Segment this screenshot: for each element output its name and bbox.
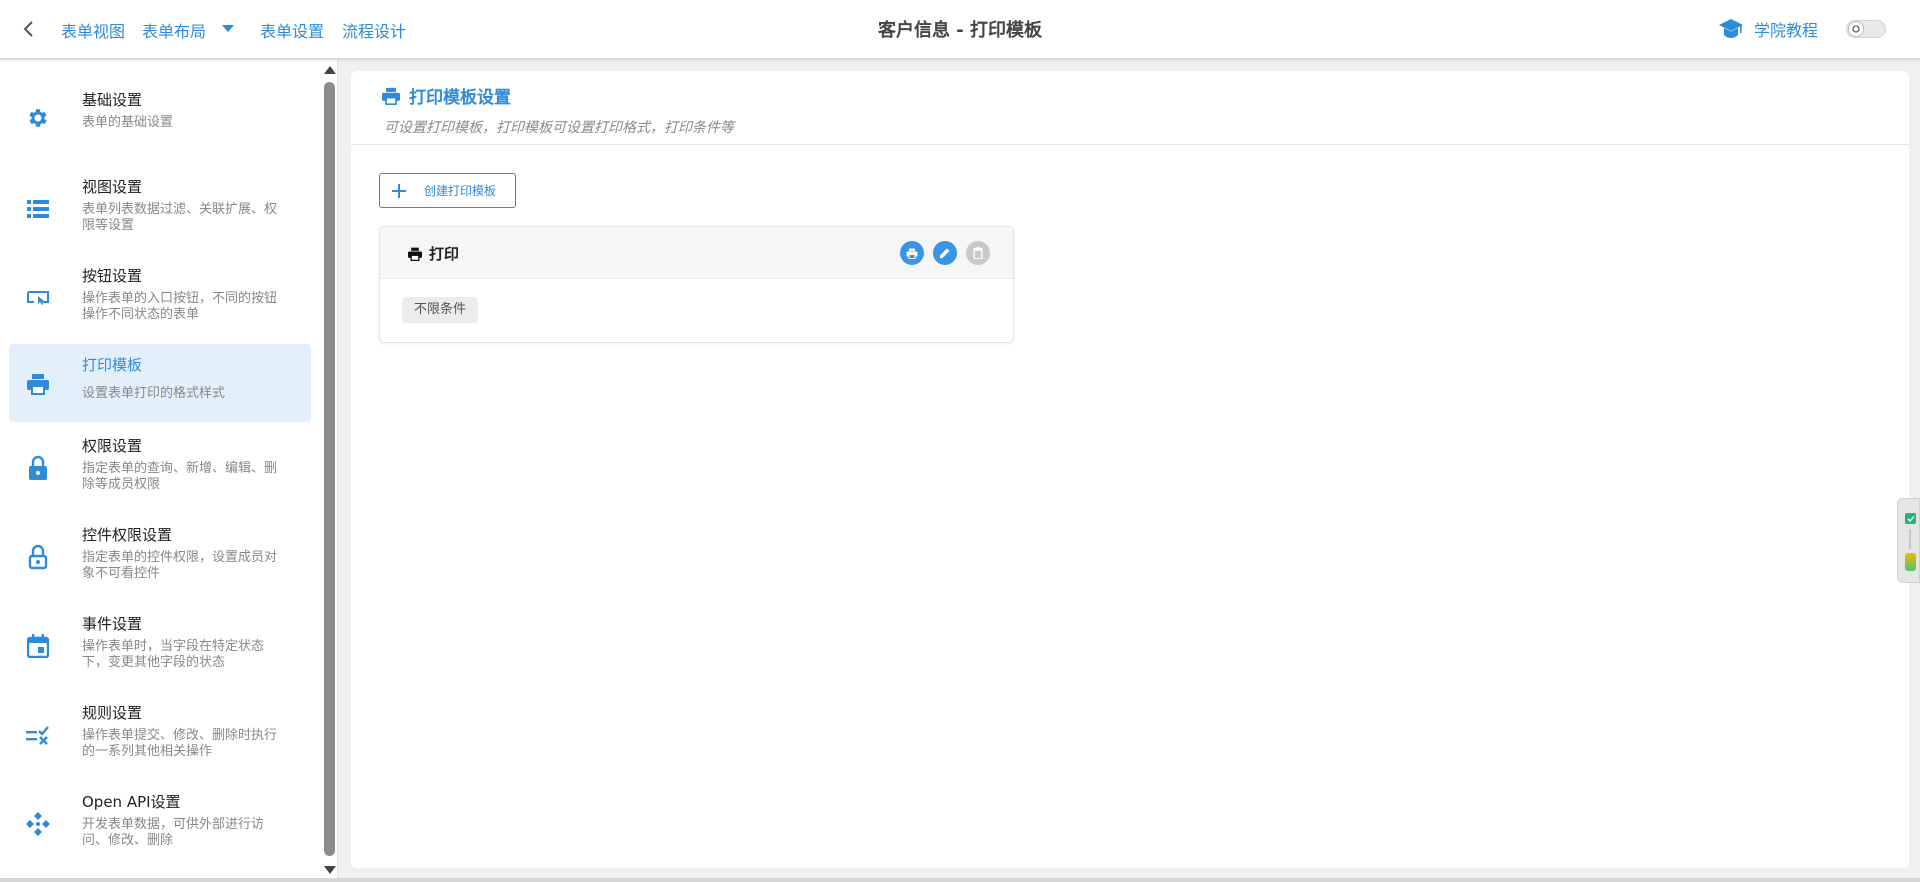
delete-icon	[973, 247, 983, 259]
print-icon	[906, 248, 918, 259]
graduation-cap-icon	[1719, 19, 1743, 38]
tab-form-view[interactable]: 表单视图	[61, 18, 125, 42]
edit-icon	[940, 248, 950, 258]
printer-icon	[408, 247, 422, 261]
sidebar-item-desc: 操作表单提交、修改、删除时执行的一系列其他相关操作	[82, 728, 278, 759]
section-title: 打印模板设置	[409, 88, 511, 108]
calendar-icon	[25, 633, 51, 659]
widget-divider	[1909, 529, 1911, 549]
gear-icon	[25, 105, 51, 131]
lock-icon	[25, 455, 51, 481]
print-template-card: 打印 不限条件	[379, 226, 1014, 343]
sidebar-item-label: 控件权限设置	[82, 526, 173, 544]
tab-form-layout[interactable]: 表单布局	[142, 18, 206, 42]
academy-label: 学院教程	[1754, 21, 1819, 40]
sidebar-item-desc: 表单列表数据过滤、关联扩展、权限等设置	[82, 202, 278, 233]
scroll-thumb[interactable]	[324, 82, 335, 856]
chevron-left-icon	[23, 21, 33, 37]
delete-button[interactable]	[966, 241, 990, 265]
sidebar-item-desc: 设置表单打印的格式样式	[82, 386, 226, 401]
printer-icon	[25, 371, 51, 397]
academy-link[interactable]: 学院教程	[1718, 16, 1818, 42]
scroll-up-arrow-icon[interactable]	[324, 66, 336, 74]
sidebar-item-print-template[interactable]: 打印模板 设置表单打印的格式样式	[9, 344, 311, 422]
sidebar-item-control-permission[interactable]: 控件权限设置 指定表单的控件权限，设置成员对象不可看控件	[9, 514, 311, 600]
sidebar: 基础设置 表单的基础设置 视图设置 表单列表数据过滤、关联扩展、权限等设置 按钮…	[0, 60, 338, 878]
plus-icon	[392, 183, 406, 198]
main-panel: 打印模板设置 可设置打印模板，打印模板可设置打印格式，打印条件等 创建打印模板 …	[351, 71, 1909, 868]
sidebar-item-view-settings[interactable]: 视图设置 表单列表数据过滤、关联扩展、权限等设置	[9, 166, 311, 252]
sidebar-item-label: 权限设置	[82, 437, 143, 455]
sidebar-item-desc: 操作表单时，当字段在特定状态下，变更其他字段的状态	[82, 639, 265, 670]
template-card-header: 打印	[380, 227, 1013, 279]
sidebar-item-event-settings[interactable]: 事件设置 操作表单时，当字段在特定状态下，变更其他字段的状态	[9, 603, 311, 689]
page-title: 客户信息 - 打印模板	[877, 20, 1042, 41]
sun-icon	[1848, 21, 1864, 37]
edit-button[interactable]	[933, 241, 957, 265]
button-icon	[25, 285, 51, 311]
api-icon	[25, 811, 51, 837]
sidebar-item-label: 视图设置	[82, 178, 143, 196]
back-button[interactable]	[16, 16, 40, 42]
floating-side-widget[interactable]	[1897, 498, 1920, 583]
sidebar-item-desc: 指定表单的控件权限，设置成员对象不可看控件	[82, 550, 278, 581]
tab-form-settings[interactable]: 表单设置	[260, 18, 324, 42]
bottom-edge	[0, 878, 1920, 882]
scroll-down-arrow-icon[interactable]	[324, 866, 336, 874]
sidebar-item-label: 按钮设置	[82, 267, 143, 285]
sidebar-item-label: 事件设置	[82, 615, 143, 633]
sidebar-item-label: Open API设置	[82, 793, 181, 811]
section-subtitle: 可设置打印模板，打印模板可设置打印格式，打印条件等	[384, 120, 734, 136]
theme-toggle[interactable]	[1846, 20, 1886, 38]
sidebar-item-label: 规则设置	[82, 704, 143, 722]
rule-check-icon	[25, 722, 51, 748]
sidebar-item-desc: 指定表单的查询、新增、编辑、删除等成员权限	[82, 461, 278, 492]
sidebar-item-label: 打印模板	[82, 356, 143, 374]
sidebar-item-open-api[interactable]: Open API设置 开发表单数据，可供外部进行访问、修改、删除	[9, 781, 311, 867]
condition-tag: 不限条件	[402, 297, 479, 323]
sidebar-item-desc: 操作表单的入口按钮，不同的按钮操作不同状态的表单	[82, 291, 278, 322]
printer-icon	[382, 87, 400, 105]
list-icon	[25, 196, 51, 222]
sidebar-item-rule-settings[interactable]: 规则设置 操作表单提交、修改、删除时执行的一系列其他相关操作	[9, 692, 311, 778]
template-name: 打印	[429, 245, 460, 263]
check-icon	[1905, 513, 1916, 524]
sidebar-item-desc: 开发表单数据，可供外部进行访问、修改、删除	[82, 817, 265, 848]
sidebar-item-label: 基础设置	[82, 91, 143, 109]
sidebar-scrollbar[interactable]	[320, 60, 338, 878]
top-bar: 表单视图 表单布局 表单设置 流程设计 客户信息 - 打印模板 学院教程	[0, 0, 1920, 59]
status-bar-icon	[1905, 553, 1916, 571]
print-button[interactable]	[900, 241, 924, 265]
sidebar-item-permission-settings[interactable]: 权限设置 指定表单的查询、新增、编辑、删除等成员权限	[9, 425, 311, 511]
create-button-label: 创建打印模板	[424, 184, 497, 198]
main-header: 打印模板设置 可设置打印模板，打印模板可设置打印格式，打印条件等	[351, 71, 1909, 145]
tab-flow-design[interactable]: 流程设计	[342, 18, 406, 42]
sidebar-item-button-settings[interactable]: 按钮设置 操作表单的入口按钮，不同的按钮操作不同状态的表单	[9, 255, 311, 341]
sidebar-item-basic-settings[interactable]: 基础设置 表单的基础设置	[9, 79, 311, 157]
lock-open-icon	[25, 544, 51, 570]
caret-down-icon[interactable]	[222, 25, 234, 32]
sidebar-item-desc: 表单的基础设置	[82, 115, 174, 130]
create-print-template-button[interactable]: 创建打印模板	[379, 173, 516, 208]
